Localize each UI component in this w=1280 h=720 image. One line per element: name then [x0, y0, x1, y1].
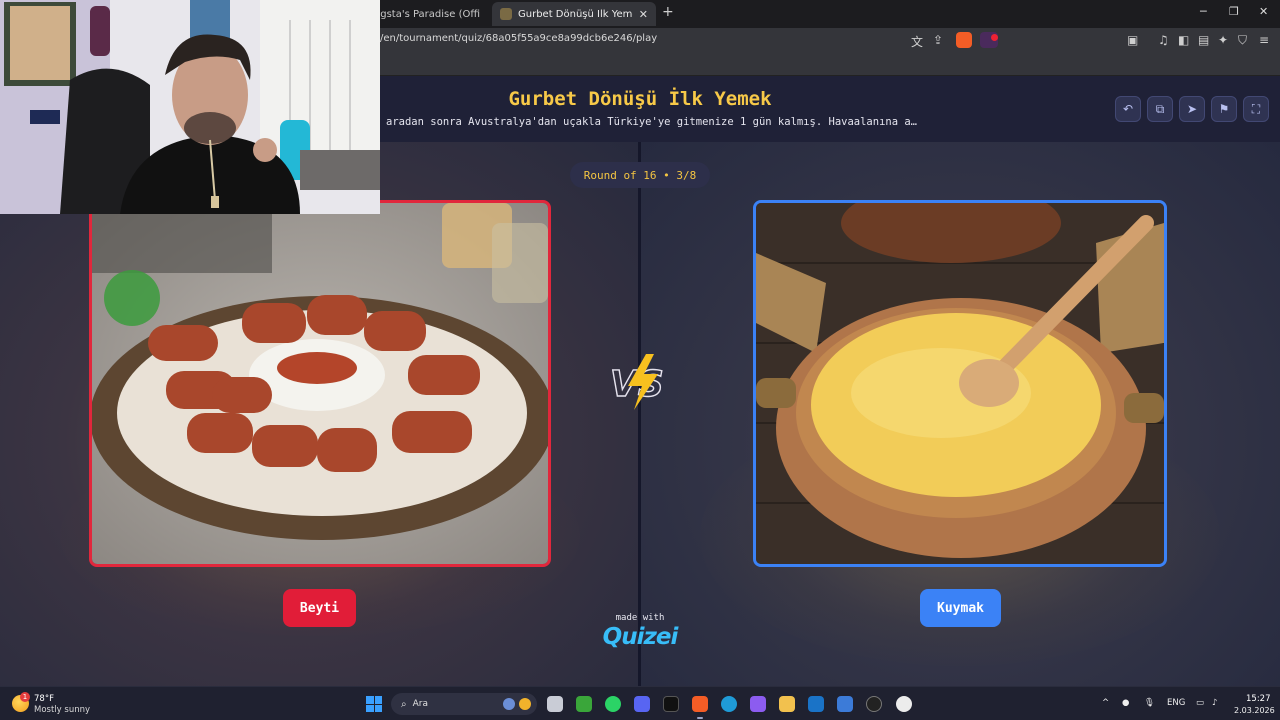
sidebar-icon[interactable]: ◧	[1178, 33, 1189, 47]
kuymak-photo	[756, 203, 1164, 564]
share-button[interactable]: ➤	[1179, 96, 1205, 122]
choice-button-right[interactable]: Kuymak	[920, 589, 1001, 627]
weather-badge: 1	[20, 692, 30, 702]
tray-chevron-icon[interactable]: ^	[1102, 698, 1109, 708]
flag-icon: ⚑	[1218, 102, 1230, 116]
settings-icon[interactable]	[896, 696, 912, 712]
made-with-label: made with	[615, 613, 665, 623]
close-window-icon[interactable]: ✕	[1259, 5, 1268, 18]
report-button[interactable]: ⚑	[1211, 96, 1237, 122]
quiz-favicon-icon	[500, 8, 512, 20]
search-highlight-icon	[503, 698, 515, 710]
brave-active-indicator	[697, 717, 703, 719]
outlook-icon[interactable]	[808, 696, 824, 712]
reader-mode-icon[interactable]: ▣	[1127, 33, 1138, 47]
taskbar-search[interactable]: ⌕ Ara	[391, 693, 537, 715]
option-card-right[interactable]	[753, 200, 1167, 567]
beyti-photo	[92, 203, 548, 564]
leo-ai-icon[interactable]: ✦	[1218, 33, 1228, 47]
microphone-icon[interactable]: 🎙	[1144, 698, 1155, 708]
tab-title: Gurbet Dönüşü İlk Yemek - Tier M	[518, 8, 633, 20]
round-indicator: Round of 16 • 3/8	[570, 162, 710, 188]
search-icon: ⌕	[401, 698, 407, 710]
vs-lightning-icon: VS	[609, 354, 664, 410]
option-card-left[interactable]	[89, 200, 551, 567]
language-indicator[interactable]: ENG	[1167, 698, 1185, 708]
clock-time[interactable]: 15:27	[1246, 694, 1271, 704]
tab-quiz[interactable]: Gurbet Dönüşü İlk Yemek - Tier M ✕	[492, 2, 656, 26]
windows-taskbar: 1 78°F Mostly sunny ⌕ Ara ^ ● 🎙 ENG ▭ ♪ …	[0, 686, 1280, 720]
undo-button[interactable]: ↶	[1115, 96, 1141, 122]
network-icon[interactable]: ▭	[1196, 698, 1204, 708]
xbox-icon[interactable]	[576, 696, 592, 712]
media-icon[interactable]: ♫	[1158, 33, 1169, 47]
wallet-icon[interactable]: ▤	[1198, 33, 1209, 47]
brave-shields-icon[interactable]	[956, 32, 972, 48]
center-divider	[638, 142, 641, 686]
copy-link-button[interactable]: ⧉	[1147, 96, 1173, 122]
fullscreen-button[interactable]: ⛶	[1243, 96, 1269, 122]
copilot-icon[interactable]	[750, 696, 766, 712]
minimize-icon[interactable]: ─	[1200, 5, 1207, 18]
webcam-feed	[0, 0, 380, 214]
menu-icon[interactable]: ≡	[1259, 33, 1269, 47]
brave-icon[interactable]	[692, 696, 708, 712]
close-tab-icon[interactable]: ✕	[639, 8, 648, 21]
weather-description[interactable]: Mostly sunny	[34, 705, 90, 715]
task-view-icon[interactable]	[547, 696, 563, 712]
translate-icon[interactable]: 文	[911, 33, 923, 50]
search-label: Ara	[412, 699, 428, 709]
store-icon[interactable]	[837, 696, 853, 712]
vpn-shield-icon[interactable]: ⛉	[1238, 33, 1247, 48]
tray-app-icon[interactable]: ●	[1122, 698, 1129, 708]
weather-temperature[interactable]: 78°F	[34, 694, 54, 704]
capcut-icon[interactable]	[663, 696, 679, 712]
undo-icon: ↶	[1122, 102, 1134, 116]
new-tab-button[interactable]: +	[662, 4, 674, 20]
obs-icon[interactable]	[866, 696, 882, 712]
fullscreen-icon: ⛶	[1251, 101, 1261, 116]
share-icon[interactable]: ⇪	[933, 33, 943, 47]
whatsapp-icon[interactable]	[605, 696, 621, 712]
discord-icon[interactable]	[634, 696, 650, 712]
edge-icon[interactable]	[721, 696, 737, 712]
send-icon: ➤	[1186, 102, 1198, 116]
restore-icon[interactable]: ❐	[1229, 5, 1239, 18]
link-icon: ⧉	[1155, 101, 1165, 116]
quizei-logo[interactable]: Quizei	[590, 624, 690, 650]
brave-rewards-icon[interactable]	[980, 32, 998, 48]
quiz-description: aradan sonra Avustralya'dan uçakla Türki…	[386, 116, 918, 128]
volume-icon[interactable]: ♪	[1212, 698, 1217, 708]
search-highlight2-icon	[519, 698, 531, 710]
streamer-webcam-overlay	[0, 0, 380, 214]
url-field[interactable]: /en/tournament/quiz/68a05f55a9ce8a99dcb6…	[380, 33, 657, 44]
clock-date[interactable]: 2.03.2026	[1234, 706, 1275, 715]
file-explorer-icon[interactable]	[779, 696, 795, 712]
start-button[interactable]	[366, 696, 382, 712]
choice-button-left[interactable]: Beyti	[283, 589, 356, 627]
